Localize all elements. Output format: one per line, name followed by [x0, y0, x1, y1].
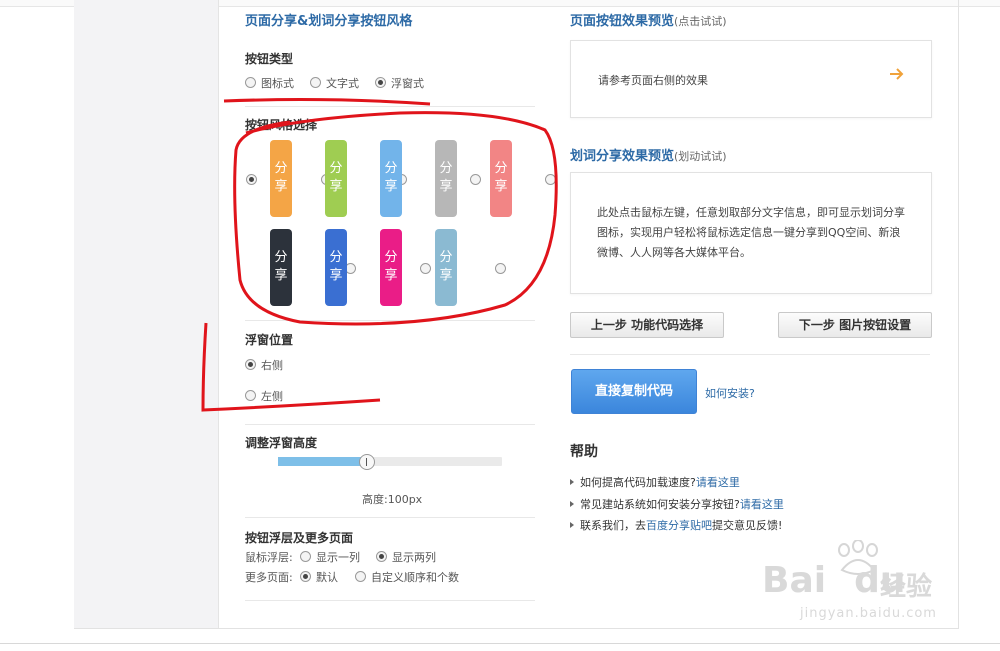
- radio-icon[interactable]: [245, 390, 256, 401]
- style-radio-7[interactable]: [419, 263, 431, 274]
- help-link-3[interactable]: 百度分享贴吧: [646, 519, 712, 532]
- height-value-label: 高度:100px: [362, 493, 423, 506]
- style-chip-dark[interactable]: 分享: [270, 229, 292, 306]
- float-position-left[interactable]: 左侧: [245, 388, 283, 404]
- style-chip-lightblue[interactable]: 分享: [435, 229, 457, 306]
- word-preview-title: 划词分享效果预览(划动试试): [570, 149, 727, 164]
- radio-checked-icon[interactable]: [245, 359, 256, 370]
- style-chip-pink[interactable]: 分享: [490, 140, 512, 217]
- style-chip-gray[interactable]: 分享: [435, 140, 457, 217]
- help-title: 帮助: [570, 444, 598, 460]
- help-link-1[interactable]: 请看这里: [696, 476, 740, 489]
- radio-icon[interactable]: [245, 77, 256, 88]
- style-select-heading: 按钮风格选择: [245, 118, 318, 132]
- height-slider-handle[interactable]: [359, 454, 375, 470]
- height-slider-fill: [278, 457, 364, 466]
- page-preview-text: 请参考页面右侧的效果: [598, 74, 708, 87]
- word-preview-box[interactable]: 此处点击鼠标左键，任意划取部分文字信息，即可显示划词分享图标，实现用户轻松将鼠标…: [570, 172, 932, 294]
- style-chip-green[interactable]: 分享: [325, 140, 347, 217]
- height-slider-track[interactable]: [278, 457, 502, 466]
- style-chip-royal[interactable]: 分享: [325, 229, 347, 306]
- radio-icon[interactable]: [300, 551, 311, 562]
- button-type-option-icon[interactable]: 图标式: [245, 75, 294, 91]
- radio-icon[interactable]: [355, 571, 366, 582]
- page-preview-title: 页面按钮效果预览(点击试试): [570, 14, 727, 29]
- watermark-cn: 经验: [880, 572, 933, 602]
- help-link-2[interactable]: 请看这里: [740, 498, 784, 511]
- mouse-layer-option-one[interactable]: 显示一列: [300, 549, 360, 565]
- radio-checked-icon[interactable]: [375, 77, 386, 88]
- arrow-right-icon[interactable]: [889, 67, 905, 81]
- more-pages-label: 更多页面:: [245, 571, 293, 584]
- style-chip-blue[interactable]: 分享: [380, 140, 402, 217]
- style-chip-orange[interactable]: 分享: [270, 140, 292, 217]
- more-pages-custom[interactable]: 自定义顺序和个数: [355, 569, 459, 585]
- help-item-3: 联系我们，去百度分享贴吧提交意见反馈!: [570, 517, 782, 533]
- copy-code-button[interactable]: 直接复制代码: [571, 369, 697, 414]
- watermark-url: jingyan.baidu.com: [800, 606, 937, 621]
- style-radio-1[interactable]: [246, 174, 257, 185]
- help-item-2: 常见建站系统如何安装分享按钮?请看这里: [570, 496, 784, 512]
- mouse-layer-label: 鼠标浮层:: [245, 551, 293, 564]
- more-pages-default[interactable]: 默认: [300, 569, 338, 585]
- button-type-option-text[interactable]: 文字式: [310, 75, 359, 91]
- style-chip-magenta[interactable]: 分享: [380, 229, 402, 306]
- page-preview-box[interactable]: 请参考页面右侧的效果: [570, 40, 932, 118]
- word-preview-text: 此处点击鼠标左键，任意划取部分文字信息，即可显示划词分享图标，实现用户轻松将鼠标…: [597, 206, 905, 259]
- button-type-heading: 按钮类型: [245, 52, 294, 66]
- section-title: 页面分享&划词分享按钮风格: [245, 14, 413, 29]
- prev-step-button[interactable]: 上一步 功能代码选择: [570, 312, 724, 338]
- radio-checked-icon[interactable]: [300, 571, 311, 582]
- next-step-button[interactable]: 下一步 图片按钮设置: [778, 312, 932, 338]
- radio-checked-icon[interactable]: [376, 551, 387, 562]
- style-radio-8[interactable]: [494, 263, 506, 274]
- more-heading: 按钮浮层及更多页面: [245, 531, 354, 545]
- radio-icon[interactable]: [310, 77, 321, 88]
- mouse-layer-option-two[interactable]: 显示两列: [376, 549, 436, 565]
- help-item-1: 如何提高代码加载速度?请看这里: [570, 474, 740, 490]
- button-type-option-float[interactable]: 浮窗式: [375, 75, 424, 91]
- float-position-right[interactable]: 右侧: [245, 357, 283, 373]
- float-position-heading: 浮窗位置: [245, 333, 294, 347]
- height-heading: 调整浮窗高度: [245, 436, 318, 450]
- bottom-divider: [0, 643, 1000, 644]
- how-to-install-link[interactable]: 如何安装?: [705, 385, 755, 401]
